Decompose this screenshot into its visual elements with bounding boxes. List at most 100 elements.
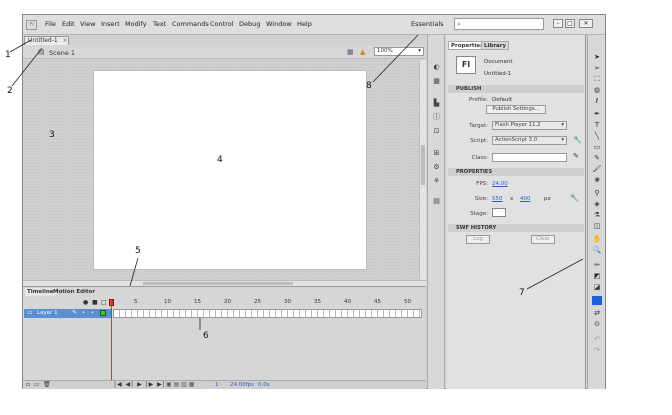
transform-panel-icon[interactable]: ⊡ [432,127,441,135]
layer-name[interactable]: Layer 1 [37,310,58,316]
layer-visible-dot[interactable]: • [82,310,85,316]
frame-grid[interactable] [113,309,422,318]
wrench-icon[interactable]: 🔧 [573,136,582,144]
class-field[interactable] [492,153,567,162]
pasteboard[interactable] [23,60,419,280]
new-folder-icon[interactable]: ▭ [34,381,40,388]
color-panel-icon[interactable]: ◐ [432,63,441,71]
help-search-input[interactable]: ⌕ [454,18,544,30]
menu-text[interactable]: Text [153,20,166,28]
fill-color-icon[interactable]: ◩ [592,272,602,281]
horizontal-scroll-thumb[interactable] [143,282,293,285]
stroke-color-icon[interactable]: ✏ [592,261,602,270]
close-tab-icon[interactable]: × [63,37,68,44]
black-white-icon[interactable]: ◪ [592,283,602,292]
close-button[interactable]: ✕ [579,19,593,28]
zoom-select[interactable]: 100% ▾ [374,47,424,56]
lasso-tool-icon[interactable]: ℓ [592,97,602,106]
new-layer-icon[interactable]: ▫ [26,381,30,388]
width-value[interactable]: 550 [492,196,503,202]
layer-color-swatch[interactable] [100,310,106,316]
publish-section-header[interactable]: PUBLISH [448,85,584,93]
paint-bucket-tool-icon[interactable]: ◈ [592,200,602,209]
playback-controls[interactable]: |◀ ◀| ▶ |▶ ▶| [114,381,166,388]
wrench-icon[interactable]: 🔧 [570,194,579,202]
subselection-tool-icon[interactable]: ➢ [592,64,602,73]
components-icon[interactable]: ⚙ [432,163,441,171]
playhead[interactable] [111,299,112,389]
swatches-panel-icon[interactable]: ▦ [432,77,441,85]
menu-commands[interactable]: Commands [172,20,209,28]
frame-tick-label: 45 [374,299,381,305]
show-hide-icon[interactable]: ● [83,299,88,306]
vertical-scroll-thumb[interactable] [421,145,425,185]
scene-label[interactable]: Scene 1 [49,49,75,57]
menu-insert[interactable]: Insert [101,20,120,28]
smooth-icon[interactable]: ↶ [592,335,602,344]
info-panel-icon[interactable]: ⓘ [432,113,441,121]
eraser-tool-icon[interactable]: ◫ [592,222,602,231]
menu-debug[interactable]: Debug [239,20,260,28]
edit-scene-icon[interactable]: ▦ [347,48,354,56]
fill-swatch[interactable] [592,296,602,305]
edit-symbol-icon[interactable]: ▲ [360,48,365,56]
outline-icon[interactable]: □ [101,299,107,306]
eyedropper-tool-icon[interactable]: ⚗ [592,211,602,220]
layer-lock-dot[interactable]: • [91,310,94,316]
text-tool-icon[interactable]: T [592,121,602,130]
menu-view[interactable]: View [80,20,95,28]
menu-edit[interactable]: Edit [62,20,75,28]
document-tab[interactable]: Untitled-1 × [24,36,69,45]
workspace-switcher[interactable]: Essentials [411,20,444,28]
bone-tool-icon[interactable]: ⚲ [592,189,602,198]
menu-window[interactable]: Window [266,20,292,28]
layer-row[interactable]: ▭ Layer 1 ✎ • • [24,309,112,318]
hand-tool-icon[interactable]: ✋ [592,235,602,244]
target-select[interactable]: Flash Player 11.2 ▾ [492,121,567,130]
menu-control[interactable]: Control [210,20,234,28]
lock-icon[interactable]: ■ [92,299,98,306]
tab-motion-editor[interactable]: Motion Editor [51,288,97,296]
fps-readout[interactable]: 24.00fps [230,382,254,388]
rectangle-tool-icon[interactable]: ▭ [592,143,602,152]
minimize-button[interactable]: – [553,19,563,28]
menu-file[interactable]: File [45,20,56,28]
menu-modify[interactable]: Modify [125,20,147,28]
script-select[interactable]: ActionScript 3.0 ▾ [492,136,567,145]
profile-label: Profile: [469,97,488,103]
properties-section-header[interactable]: PROPERTIES [448,168,584,176]
line-tool-icon[interactable]: ╲ [592,132,602,141]
log-button[interactable]: Log [466,235,490,244]
publish-settings-button[interactable]: Publish Settings... [486,105,546,114]
zoom-tool-icon[interactable]: 🔍 [592,246,602,255]
selection-tool-icon[interactable]: ➤ [592,53,602,62]
tab-library[interactable]: Library [481,41,510,50]
fps-value[interactable]: 24.00 [492,181,508,187]
clear-button[interactable]: Clear [531,235,555,244]
delete-layer-icon[interactable]: 🗑 [43,381,51,388]
3d-rotation-tool-icon[interactable]: ◍ [592,86,602,95]
current-frame-readout[interactable]: 1 [215,382,219,388]
swap-colors-icon[interactable]: ⇄ [592,309,602,318]
straighten-icon[interactable]: ↷ [592,346,602,355]
history-panel-icon[interactable]: ▤ [432,197,441,205]
menu-help[interactable]: Help [297,20,312,28]
pencil-tool-icon[interactable]: ✎ [592,154,602,163]
deco-tool-icon[interactable]: ❀ [592,176,602,185]
brush-tool-icon[interactable]: 🖌 [592,165,602,174]
code-snippets-icon[interactable]: ⊞ [432,149,441,157]
stage[interactable] [93,70,367,270]
stage-vertical-scrollbar[interactable] [419,60,426,280]
snap-to-objects-icon[interactable]: ⊙ [592,320,602,329]
stage-color-swatch[interactable] [492,208,506,217]
onion-skin-icons[interactable]: ▣ ▤ ▥ ▦ [166,381,194,388]
motion-presets-icon[interactable]: ⚘ [432,177,441,185]
time-readout[interactable]: 0.0s [258,382,270,388]
pen-tool-icon[interactable]: ✒ [592,110,602,119]
maximize-button[interactable]: □ [565,19,575,28]
swf-history-section-header[interactable]: SWF HISTORY [448,224,584,232]
free-transform-tool-icon[interactable]: ⛶ [592,75,602,84]
align-panel-icon[interactable]: ▙ [432,99,441,107]
pencil-icon[interactable]: ✎ [573,152,579,160]
height-value[interactable]: 400 [520,196,531,202]
